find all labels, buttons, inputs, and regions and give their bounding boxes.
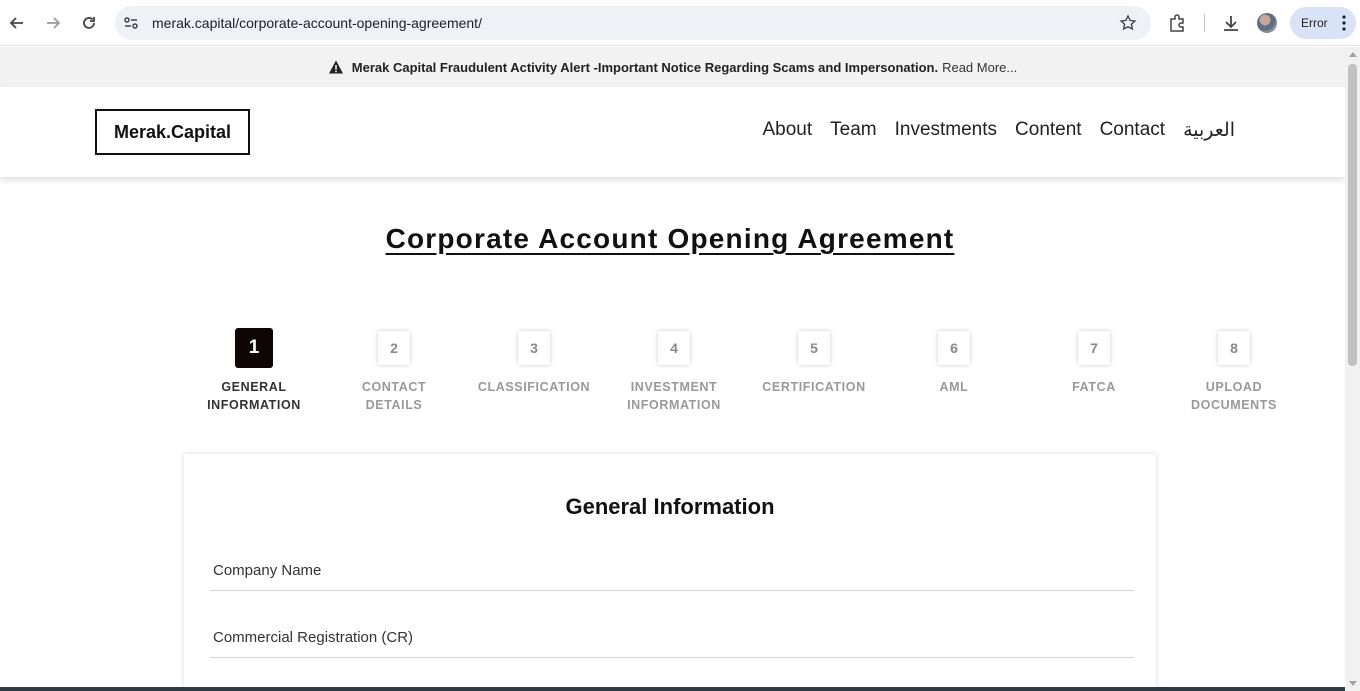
downloads-button[interactable] (1220, 12, 1242, 34)
step-aml[interactable]: 6 AML (884, 328, 1024, 396)
back-button[interactable] (5, 11, 29, 35)
step-number: 1 (235, 328, 273, 368)
page-title: Corporate Account Opening Agreement (0, 219, 1340, 256)
step-number: 8 (1218, 331, 1250, 365)
profile-avatar[interactable] (1257, 13, 1277, 33)
step-label: CONTACT DETAILS (361, 380, 427, 412)
address-bar[interactable]: merak.capital/corporate-account-opening-… (115, 6, 1151, 40)
browser-toolbar: merak.capital/corporate-account-opening-… (0, 0, 1360, 46)
step-label: GENERAL INFORMATION (207, 380, 301, 412)
step-investment-information[interactable]: 4 INVESTMENT INFORMATION (604, 328, 744, 414)
scroll-up-arrow-icon[interactable] (1349, 52, 1357, 57)
step-label: FATCA (1072, 380, 1116, 394)
page-title-text: Corporate Account Opening Agreement (385, 223, 955, 254)
scrollbar-thumb[interactable] (1348, 64, 1357, 366)
step-general-information[interactable]: 1 GENERAL INFORMATION (184, 328, 324, 414)
scroll-down-arrow-icon[interactable] (1349, 681, 1357, 686)
reload-button[interactable] (77, 11, 101, 35)
step-label: CERTIFICATION (762, 380, 866, 394)
step-number: 3 (518, 331, 550, 365)
alert-message: Merak Capital Fraudulent Activity Alert … (351, 59, 939, 75)
more-vert-icon[interactable] (1342, 15, 1346, 31)
step-upload-documents[interactable]: 8 UPLOAD DOCUMENTS (1164, 328, 1304, 414)
site-settings-icon[interactable] (123, 15, 139, 31)
bookmark-star-icon[interactable] (1119, 14, 1137, 32)
nav-content[interactable]: Content (1015, 119, 1082, 142)
step-label: AML (939, 380, 969, 394)
step-number: 2 (378, 331, 410, 365)
site-logo[interactable]: Merak.Capital (95, 109, 250, 155)
extensions-button[interactable] (1166, 12, 1188, 34)
form-section-title: General Information (565, 494, 775, 519)
step-label: UPLOAD DOCUMENTS (1191, 380, 1277, 412)
form-stepper: 1 GENERAL INFORMATION 2 CONTACT DETAILS … (184, 328, 1304, 428)
step-number: 6 (938, 331, 970, 365)
step-certification[interactable]: 5 CERTIFICATION (744, 328, 884, 396)
warning-icon (328, 60, 343, 74)
nav-investments[interactable]: Investments (895, 119, 997, 142)
site-header: Merak.Capital About Team Investments Con… (0, 87, 1345, 177)
reload-icon (83, 17, 95, 29)
general-information-form: General Information (184, 454, 1156, 691)
step-label: CLASSIFICATION (477, 380, 591, 394)
company-name-input[interactable] (210, 551, 1134, 589)
step-number: 5 (798, 331, 830, 365)
puzzle-icon (1170, 14, 1184, 32)
web-page: Merak Capital Fraudulent Activity Alert … (0, 47, 1345, 691)
commercial-registration-field (210, 618, 1134, 658)
commercial-registration-input[interactable] (210, 618, 1134, 656)
main-navigation: About Team Investments Content Contact ا… (762, 119, 1235, 142)
step-classification[interactable]: 3 CLASSIFICATION (464, 328, 604, 396)
profile-error-chip[interactable]: Error (1290, 7, 1356, 39)
page-scrollbar[interactable] (1345, 47, 1360, 691)
nav-about[interactable]: About (762, 119, 812, 142)
toolbar-divider (1204, 14, 1205, 32)
forward-button[interactable] (41, 11, 65, 35)
nav-arabic-language[interactable]: العربية (1183, 119, 1235, 142)
download-icon (1224, 16, 1238, 31)
step-number: 4 (658, 331, 690, 365)
read-more-link[interactable]: Read More... (942, 60, 1017, 75)
url-text[interactable]: merak.capital/corporate-account-opening-… (152, 15, 482, 31)
footer-edge (0, 687, 1345, 691)
nav-team[interactable]: Team (830, 119, 876, 142)
step-fatca[interactable]: 7 FATCA (1024, 328, 1164, 396)
arrow-right-icon (47, 17, 61, 29)
fraud-alert-bar: Merak Capital Fraudulent Activity Alert … (0, 47, 1345, 87)
step-label: INVESTMENT INFORMATION (627, 380, 721, 412)
nav-contact[interactable]: Contact (1100, 119, 1165, 142)
arrow-left-icon (9, 17, 23, 29)
company-name-field (210, 551, 1134, 591)
step-number: 7 (1078, 331, 1110, 365)
error-chip-label: Error (1301, 16, 1328, 30)
step-contact-details[interactable]: 2 CONTACT DETAILS (324, 328, 464, 414)
